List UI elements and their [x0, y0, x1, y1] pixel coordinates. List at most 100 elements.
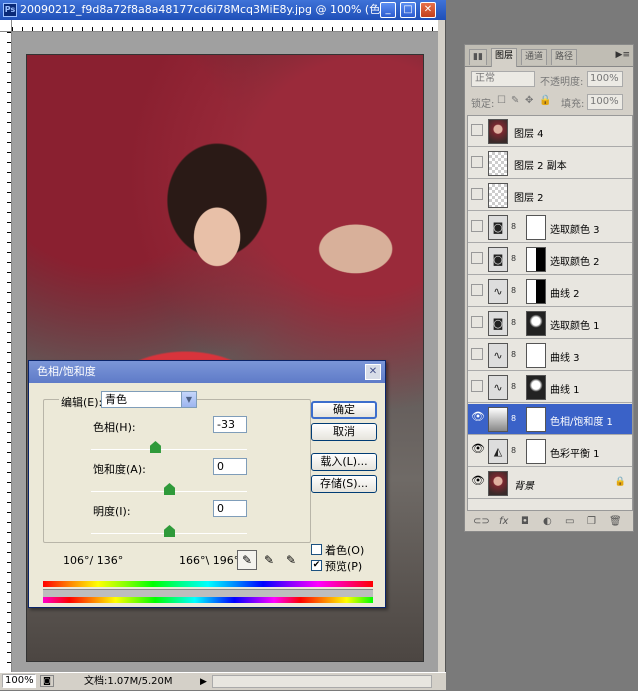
eye-icon[interactable]: 👁: [471, 475, 485, 488]
selective-color-icon: ◙: [488, 311, 508, 336]
color-balance-icon: ◭: [488, 439, 508, 464]
layer-thumbnail: [488, 183, 508, 208]
ruler-horizontal[interactable]: [12, 20, 438, 32]
tab-paths[interactable]: 路径: [551, 49, 578, 65]
tab-layers[interactable]: 图层: [491, 48, 518, 67]
lightness-input[interactable]: 0: [213, 500, 247, 517]
close-button[interactable]: ✕: [420, 2, 436, 18]
layer-mask-thumbnail: [526, 439, 546, 464]
horizontal-scrollbar[interactable]: [212, 675, 432, 688]
save-button[interactable]: 存储(S)...: [311, 475, 377, 493]
status-arrow-icon[interactable]: ▶: [200, 674, 207, 691]
eyedropper-icon[interactable]: ✎: [237, 550, 257, 570]
ruler-corner[interactable]: [0, 20, 12, 32]
layer-row-selected[interactable]: 👁 8 色相/饱和度 1: [468, 404, 632, 435]
blend-mode-select[interactable]: 正常: [471, 71, 535, 87]
link-icon[interactable]: 8: [511, 222, 516, 231]
window-titlebar[interactable]: Ps 20090212_f9d8a72f8a8a48177cd6i78Mcq3M…: [0, 0, 446, 20]
visibility-toggle[interactable]: [471, 348, 483, 360]
visibility-toggle[interactable]: [471, 316, 483, 328]
saturation-input[interactable]: 0: [213, 458, 247, 475]
saturation-label: 饱和度(A):: [93, 463, 146, 476]
layer-row[interactable]: 👁 背景 🔒: [468, 468, 632, 499]
layer-row[interactable]: 图层 2 副本: [468, 148, 632, 179]
link-icon[interactable]: ⊂⊃: [473, 516, 490, 527]
chevron-down-icon[interactable]: ▼: [181, 392, 196, 407]
curves-icon: ∿: [488, 375, 508, 400]
visibility-toggle[interactable]: [471, 252, 483, 264]
layer-thumbnail: [488, 471, 508, 496]
lock-position-icon[interactable]: ✥: [525, 95, 533, 106]
visibility-toggle[interactable]: [471, 124, 483, 136]
edit-dropdown[interactable]: 青色 ▼: [101, 391, 197, 408]
selective-color-icon: ◙: [488, 215, 508, 240]
panel-footer: ⊂⊃ fx ◘ ◐ ▭ ❐ 🗑: [467, 515, 633, 531]
mask-icon[interactable]: ◘: [521, 516, 529, 527]
ok-button[interactable]: 确定: [311, 401, 377, 419]
layer-mask-thumbnail: [526, 343, 546, 368]
layer-name: 曲线 3: [550, 353, 580, 364]
layer-row[interactable]: ◙ 8 选取颜色 2: [468, 244, 632, 275]
status-menu-icon[interactable]: ◙: [40, 675, 54, 687]
zoom-field[interactable]: 100%: [2, 674, 36, 688]
layer-row[interactable]: ◙ 8 选取颜色 1: [468, 308, 632, 339]
fx-icon[interactable]: fx: [499, 516, 508, 527]
panel-menu-icon[interactable]: ▶≡: [616, 50, 630, 60]
layer-name: 曲线 1: [550, 385, 580, 396]
colorize-checkbox[interactable]: [311, 544, 322, 555]
link-icon[interactable]: 8: [511, 350, 516, 359]
layer-row[interactable]: 👁 ◭ 8 色彩平衡 1: [468, 436, 632, 467]
group-icon[interactable]: ▭: [565, 516, 574, 527]
hue-slider-track[interactable]: [91, 449, 247, 450]
layer-row[interactable]: ∿ 8 曲线 3: [468, 340, 632, 371]
preview-checkbox[interactable]: ✔: [311, 560, 322, 571]
visibility-toggle[interactable]: [471, 220, 483, 232]
layer-row[interactable]: ∿ 8 曲线 1: [468, 372, 632, 403]
lock-all-icon[interactable]: 🔒: [539, 95, 551, 106]
layer-row[interactable]: 图层 4: [468, 116, 632, 147]
link-icon[interactable]: 8: [511, 414, 516, 423]
link-icon[interactable]: 8: [511, 382, 516, 391]
dialog-titlebar[interactable]: 色相/饱和度 ✕: [29, 361, 385, 383]
layer-row[interactable]: ◙ 8 选取颜色 3: [468, 212, 632, 243]
fill-input[interactable]: 100%: [587, 94, 623, 110]
layer-name: 色相/饱和度 1: [550, 417, 613, 428]
tab-channels[interactable]: 通道: [521, 49, 548, 65]
link-icon[interactable]: 8: [511, 254, 516, 263]
visibility-toggle[interactable]: [471, 380, 483, 392]
eyedropper-plus-icon[interactable]: ✎: [259, 550, 279, 570]
load-button[interactable]: 载入(L)...: [311, 453, 377, 471]
lock-image-icon[interactable]: ✎: [511, 95, 519, 106]
hue-input[interactable]: -33: [213, 416, 247, 433]
ruler-vertical[interactable]: [0, 32, 12, 672]
range-slider-bar[interactable]: [43, 589, 373, 597]
minimize-button[interactable]: _: [380, 2, 396, 18]
link-icon[interactable]: 8: [511, 446, 516, 455]
visibility-toggle[interactable]: [471, 284, 483, 296]
input-color-bar: [43, 581, 373, 587]
new-layer-icon[interactable]: ❐: [587, 516, 596, 527]
lock-transparent-icon[interactable]: ☐: [497, 95, 506, 106]
layer-mask-thumbnail: [526, 375, 546, 400]
layer-mask-thumbnail: [526, 279, 546, 304]
link-icon[interactable]: 8: [511, 318, 516, 327]
tab-history[interactable]: ▮▮: [469, 49, 487, 65]
visibility-toggle[interactable]: [471, 188, 483, 200]
layer-row[interactable]: 图层 2: [468, 180, 632, 211]
layers-list: 图层 4 图层 2 副本 图层 2 ◙ 8 选取颜色 3 ◙ 8 选取颜色 2 …: [467, 115, 633, 511]
dialog-close-button[interactable]: ✕: [365, 364, 381, 380]
layer-name: 选取颜色 3: [550, 225, 600, 236]
adjustment-icon[interactable]: ◐: [543, 516, 552, 527]
edit-label: 编辑(E):: [59, 394, 105, 410]
eye-icon[interactable]: 👁: [471, 443, 485, 456]
lock-row: 锁定: ☐ ✎ ✥ 🔒 填充: 100%: [467, 94, 633, 111]
trash-icon[interactable]: 🗑: [609, 516, 622, 527]
eyedropper-minus-icon[interactable]: ✎: [281, 550, 301, 570]
visibility-toggle[interactable]: [471, 156, 483, 168]
opacity-input[interactable]: 100%: [587, 71, 623, 87]
layer-row[interactable]: ∿ 8 曲线 2: [468, 276, 632, 307]
cancel-button[interactable]: 取消: [311, 423, 377, 441]
link-icon[interactable]: 8: [511, 286, 516, 295]
eye-icon[interactable]: 👁: [471, 411, 485, 424]
maximize-button[interactable]: □: [400, 2, 416, 18]
